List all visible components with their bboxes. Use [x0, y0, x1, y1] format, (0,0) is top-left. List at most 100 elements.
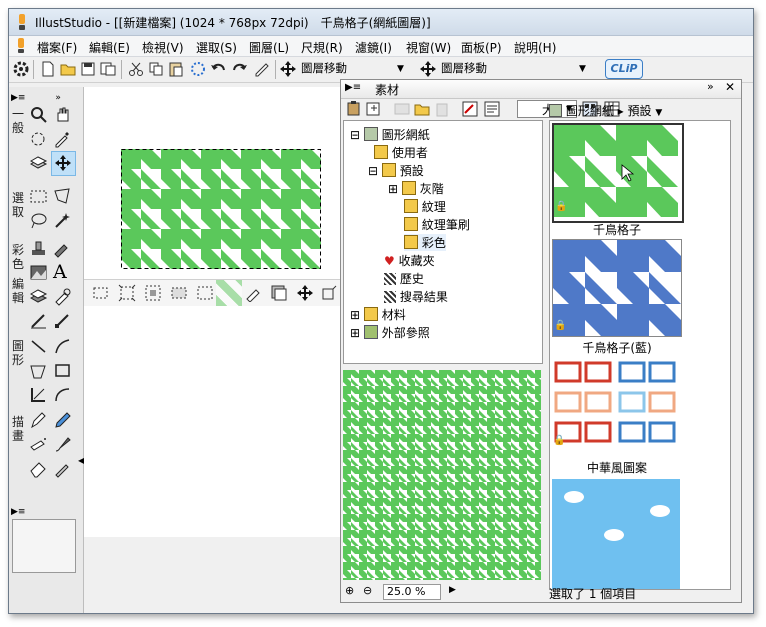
hand-icon[interactable]: [53, 105, 72, 124]
control-point-icon[interactable]: [53, 311, 72, 330]
rect-select-icon[interactable]: [29, 187, 48, 206]
expand-select-icon[interactable]: [196, 284, 214, 302]
tree-node-history[interactable]: 歷史: [384, 270, 424, 287]
thumbnail-1[interactable]: 🔒: [552, 123, 684, 223]
transform-icon[interactable]: [253, 60, 271, 78]
move-layer-icon-2[interactable]: [419, 60, 437, 78]
tree-node-user[interactable]: 使用者: [374, 144, 428, 161]
group-color[interactable]: 彩色: [11, 243, 25, 271]
loading-icon[interactable]: [189, 60, 207, 78]
lasso-icon[interactable]: [29, 211, 48, 230]
move-layer-icon[interactable]: [279, 60, 297, 78]
subpanel-menu-icon[interactable]: ▶≡: [11, 507, 75, 517]
edit-select-icon[interactable]: [244, 284, 262, 302]
zoom-field[interactable]: 25.0 %: [383, 584, 441, 600]
line-pen-icon[interactable]: [29, 311, 48, 330]
stamp-icon[interactable]: [29, 239, 48, 258]
spray-icon[interactable]: [53, 239, 72, 258]
magic-wand-icon[interactable]: [53, 211, 72, 230]
tree-node-favorites[interactable]: ♥ 收藏夾: [384, 252, 435, 269]
chevron-right-icon-2[interactable]: ▶: [449, 585, 456, 595]
clip-logo[interactable]: CLiP: [605, 59, 643, 79]
open-folder-icon[interactable]: [59, 60, 77, 78]
tool-dropdown-1[interactable]: 圖層移動: [301, 60, 347, 77]
menu-help[interactable]: 說明(H): [512, 38, 558, 57]
transform-select-icon[interactable]: [320, 284, 338, 302]
blend-icon[interactable]: [53, 459, 72, 478]
menu-file[interactable]: 檔案(F): [35, 38, 79, 57]
tree-node-search-results[interactable]: 搜尋結果: [384, 288, 448, 305]
correction-icon[interactable]: [53, 287, 72, 306]
group-shape[interactable]: 圖形: [11, 339, 25, 367]
pencil-icon[interactable]: [53, 411, 72, 430]
straight-line-icon[interactable]: [29, 337, 48, 356]
airbrush-icon[interactable]: [29, 435, 48, 454]
menu-edit[interactable]: 編輯(E): [87, 38, 132, 57]
breadcrumb-root[interactable]: 圖形網紙: [566, 104, 614, 118]
select-all-icon[interactable]: [118, 284, 136, 302]
panel-menu-icon-2[interactable]: ▶≡: [345, 82, 361, 93]
group-general[interactable]: 一般: [11, 107, 25, 135]
gradient-icon[interactable]: [29, 263, 48, 282]
polygon-select-icon[interactable]: [53, 187, 72, 206]
zoom-icon[interactable]: [29, 105, 48, 124]
rotate-icon[interactable]: [29, 129, 48, 148]
tree-node-external[interactable]: ⊞ 外部參照: [350, 324, 430, 341]
open-folder-icon-2[interactable]: [413, 100, 431, 118]
screentone-swatch[interactable]: [216, 280, 242, 306]
tree-node-color[interactable]: 彩色: [404, 234, 446, 251]
group-select[interactable]: 選取: [11, 191, 25, 219]
menu-ruler[interactable]: 尺規(R): [299, 38, 345, 57]
app-menu-icon[interactable]: [15, 38, 27, 54]
eraser-icon[interactable]: [29, 459, 48, 478]
zoom-out-icon[interactable]: ⊖: [363, 584, 372, 597]
text-tool-icon[interactable]: A: [53, 263, 72, 282]
tree-node-texture[interactable]: 紋理: [404, 198, 446, 215]
rectangle-icon[interactable]: [53, 361, 72, 380]
breadcrumb-current[interactable]: 預設: [628, 104, 652, 118]
menu-layer[interactable]: 圖層(L): [247, 38, 291, 57]
paste-material-icon[interactable]: [345, 100, 363, 118]
menu-view[interactable]: 檢視(V): [140, 38, 186, 57]
curve-icon[interactable]: [53, 337, 72, 356]
save-icon[interactable]: [79, 60, 97, 78]
tree-node-screentone[interactable]: ⊟ 圖形網紙: [350, 126, 430, 143]
cut-icon[interactable]: [127, 60, 145, 78]
invert-select-icon[interactable]: [144, 284, 162, 302]
thumbnail-3[interactable]: 🔒: [552, 357, 680, 453]
menu-select[interactable]: 選取(S): [194, 38, 239, 57]
group-draw[interactable]: 描畫: [11, 415, 25, 443]
edit-material-icon[interactable]: [461, 100, 479, 118]
redo-icon[interactable]: [231, 60, 249, 78]
ruler-icon[interactable]: [29, 385, 48, 404]
thumbnail-4[interactable]: [552, 479, 680, 589]
tool-dropdown-2[interactable]: 圖層移動: [441, 60, 487, 77]
shrink-select-icon[interactable]: [170, 284, 188, 302]
menu-window[interactable]: 視窗(W): [404, 38, 453, 57]
double-chevron-icon[interactable]: »: [707, 80, 714, 93]
menu-filter[interactable]: 濾鏡(I): [353, 38, 394, 57]
screentone-icon[interactable]: [270, 284, 288, 302]
layer-transform-icon[interactable]: [29, 287, 48, 306]
thumbnail-2[interactable]: 🔒: [552, 239, 682, 337]
curve-ruler-icon[interactable]: [53, 385, 72, 404]
copy-icon[interactable]: [147, 60, 165, 78]
tree-node-texture-brush[interactable]: 紋理筆刷: [404, 216, 470, 233]
move-tool-active[interactable]: [51, 151, 76, 176]
pen-icon[interactable]: [29, 411, 48, 430]
new-file-icon[interactable]: [39, 60, 57, 78]
move-select-icon[interactable]: [296, 284, 314, 302]
zoom-in-icon[interactable]: ⊕: [345, 584, 354, 597]
tree-node-grayscale[interactable]: ⊞ 灰階: [388, 180, 444, 197]
chevron-down-icon-4[interactable]: ▼: [655, 108, 662, 118]
canvas-area[interactable]: [84, 87, 342, 537]
deselect-icon[interactable]: [92, 284, 110, 302]
gear-icon[interactable]: [12, 60, 30, 78]
eyedropper-icon[interactable]: [53, 129, 72, 148]
polyline-icon[interactable]: [29, 361, 48, 380]
group-edit[interactable]: 編輯: [11, 277, 25, 305]
brush-icon[interactable]: [53, 435, 72, 454]
undo-icon[interactable]: [209, 60, 227, 78]
close-icon[interactable]: ✕: [725, 80, 735, 94]
register-material-icon[interactable]: [365, 100, 383, 118]
